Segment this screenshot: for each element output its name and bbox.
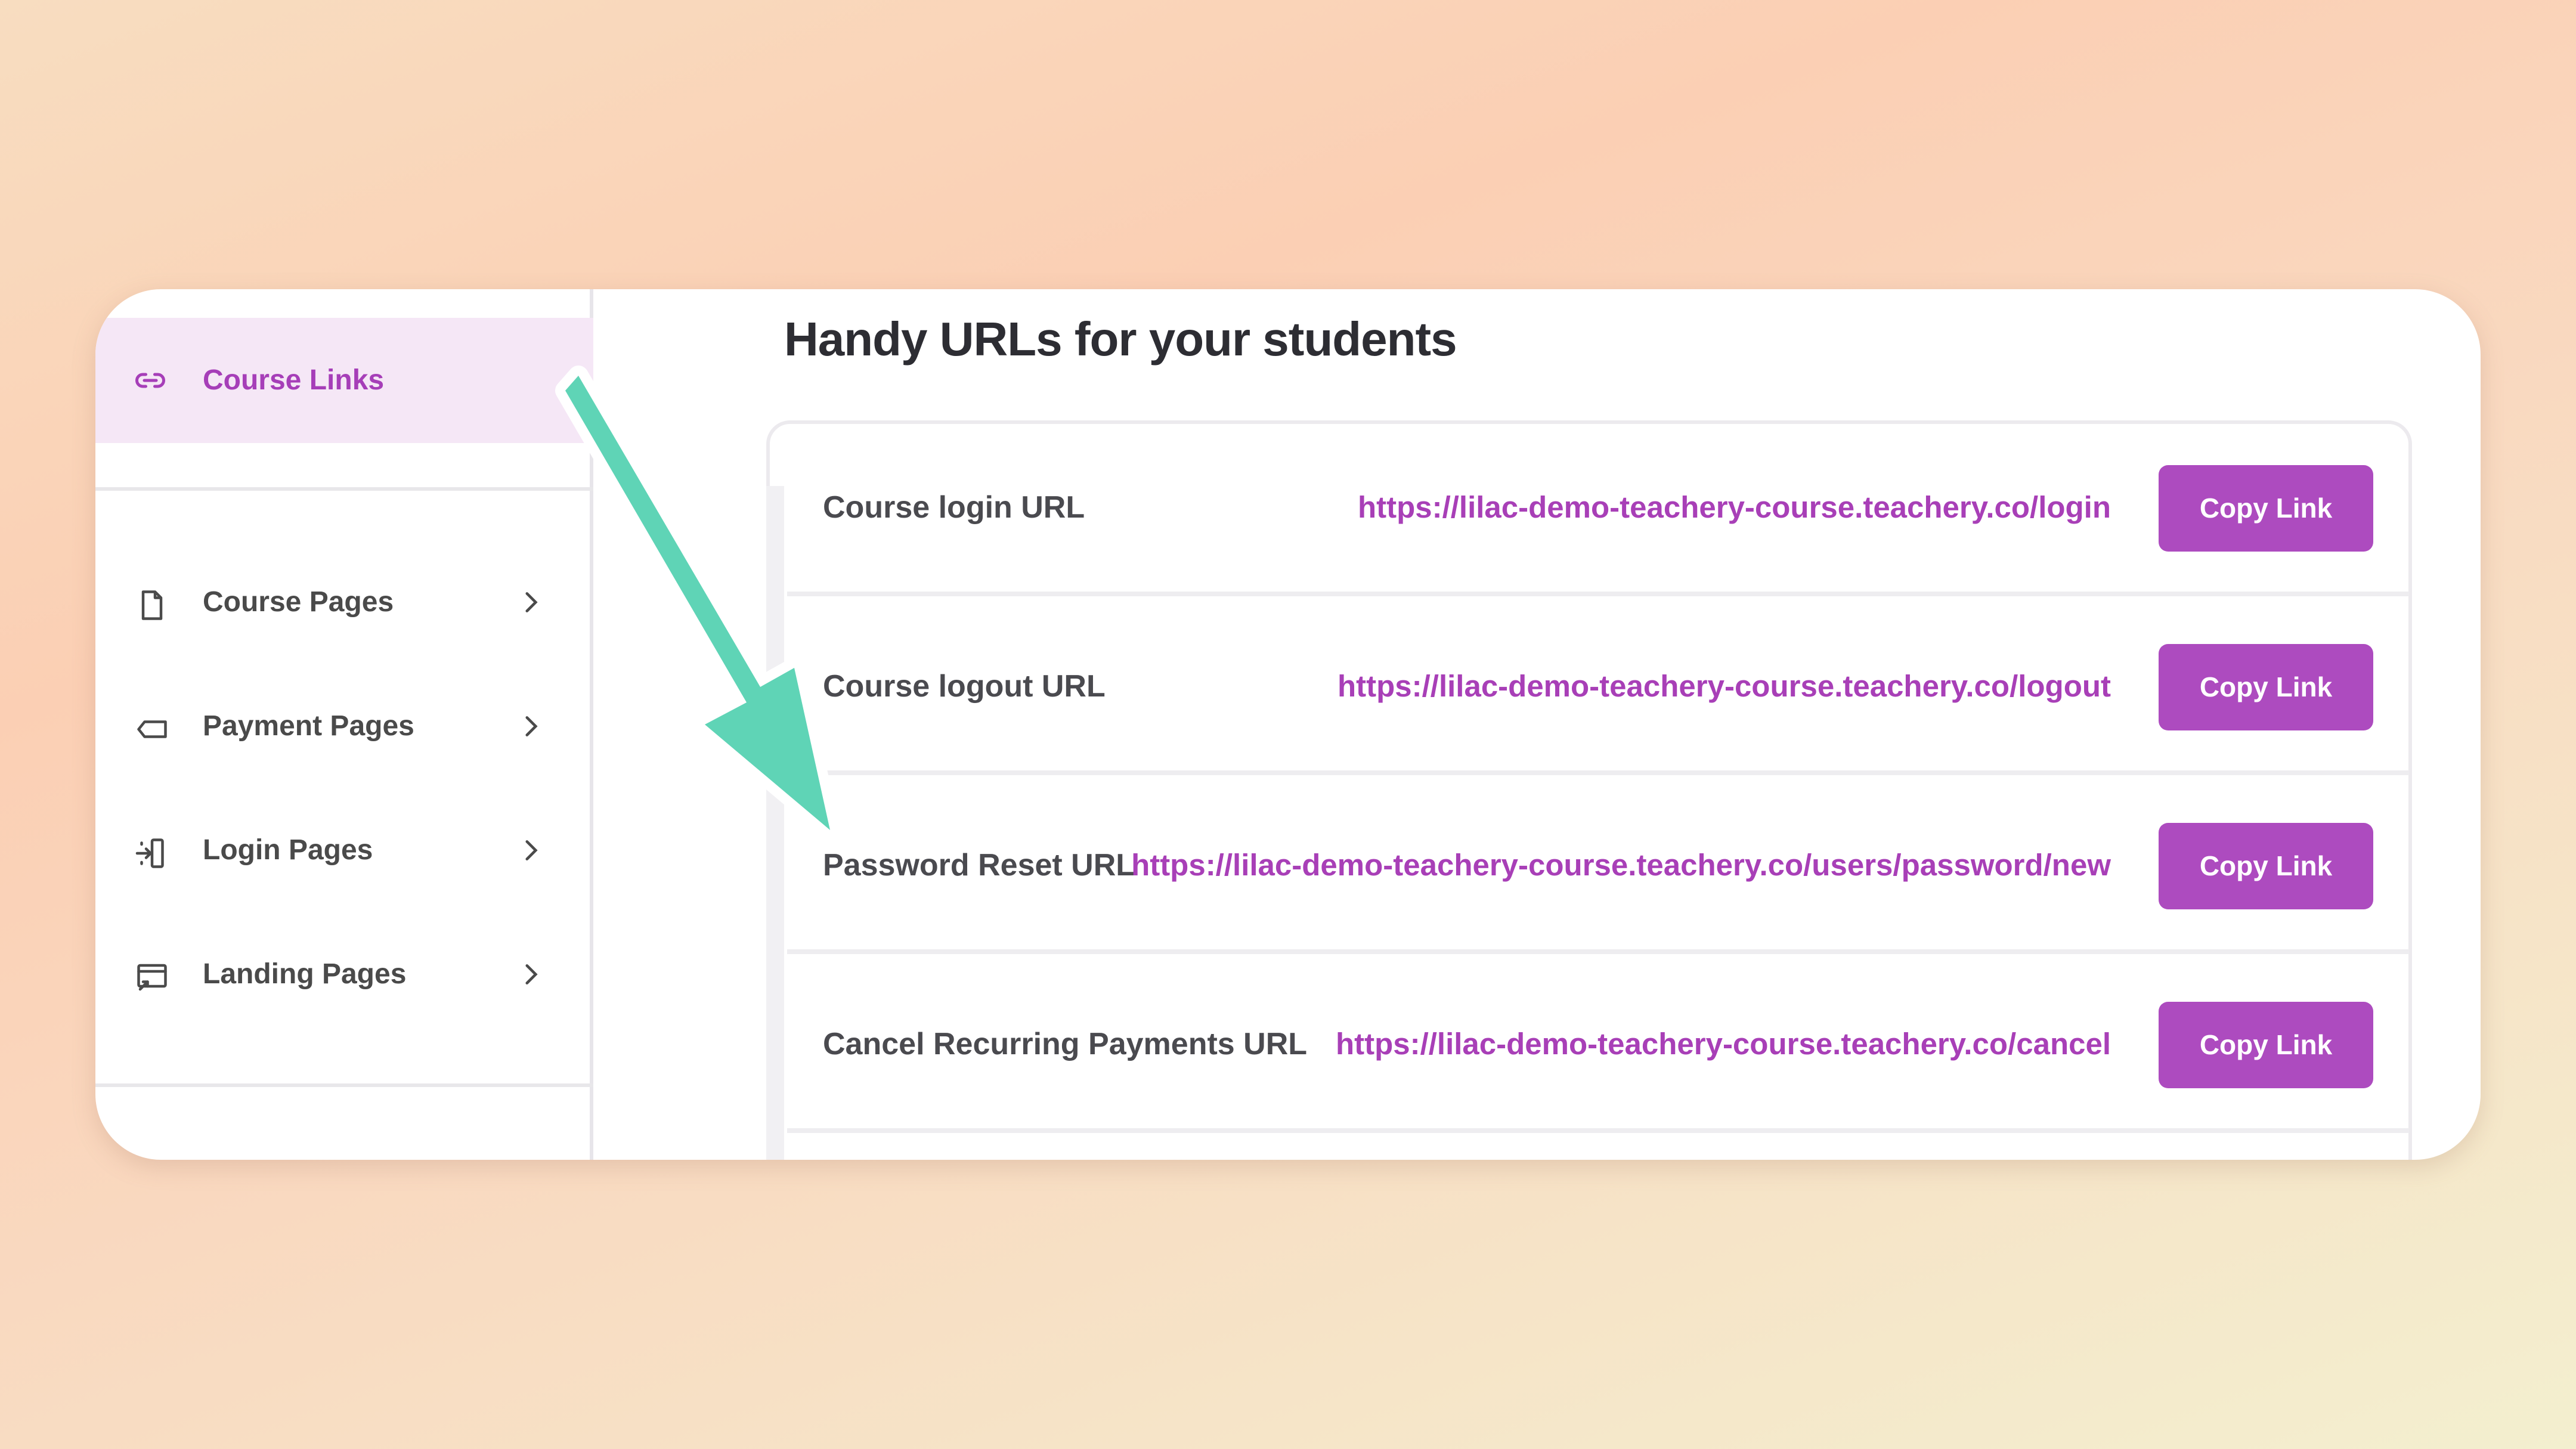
row-label: Cancel Recurring Payments URL	[823, 1027, 1308, 1061]
sidebar-item-label: Landing Pages	[203, 958, 407, 990]
chevron-right-icon	[525, 964, 538, 984]
sidebar-divider	[95, 1083, 593, 1087]
sidebar-divider	[95, 487, 593, 491]
row-url[interactable]: https://lilac-demo-teachery-course.teach…	[1131, 781, 2111, 949]
copy-link-button[interactable]: Copy Link	[2159, 465, 2373, 552]
link-icon	[135, 373, 165, 388]
sidebar-item-label: Course Pages	[203, 586, 394, 618]
row-label: Course login URL	[823, 490, 1085, 525]
landing-page-icon	[137, 964, 167, 991]
sidebar-item-landing-pages[interactable]: Landing Pages	[95, 939, 593, 1010]
sidebar-item-course-links[interactable]: Course Links	[95, 318, 593, 443]
panel-edge	[766, 486, 784, 1160]
sidebar-item-login-pages[interactable]: Login Pages	[95, 815, 593, 886]
url-row-cancel-recurring: Cancel Recurring Payments URL https://li…	[787, 960, 2409, 1133]
chevron-right-icon	[525, 716, 538, 736]
app-card: Course Links Course Pages Payment Pages …	[95, 289, 2481, 1160]
row-url[interactable]: https://lilac-demo-teachery-course.teach…	[1336, 960, 2111, 1128]
copy-link-button[interactable]: Copy Link	[2159, 823, 2373, 909]
sidebar-item-course-pages[interactable]: Course Pages	[95, 566, 593, 638]
tag-icon	[137, 720, 167, 738]
copy-link-button[interactable]: Copy Link	[2159, 644, 2373, 730]
url-row-login: Course login URL https://lilac-demo-teac…	[787, 423, 2409, 596]
chevron-right-icon	[525, 592, 538, 612]
url-row-password-reset: Password Reset URL https://lilac-demo-te…	[787, 781, 2409, 954]
page-title: Handy URLs for your students	[784, 312, 1457, 366]
row-label: Password Reset URL	[823, 848, 1135, 883]
sidebar-item-label: Payment Pages	[203, 710, 414, 742]
url-row-logout: Course logout URL https://lilac-demo-tea…	[787, 602, 2409, 775]
copy-link-button[interactable]: Copy Link	[2159, 1002, 2373, 1088]
sidebar-item-payment-pages[interactable]: Payment Pages	[95, 691, 593, 762]
sidebar-item-label: Login Pages	[203, 834, 373, 866]
row-url[interactable]: https://lilac-demo-teachery-course.teach…	[1358, 423, 2111, 592]
row-url[interactable]: https://lilac-demo-teachery-course.teach…	[1337, 602, 2111, 770]
sidebar: Course Links Course Pages Payment Pages …	[95, 289, 593, 1160]
login-icon	[135, 838, 164, 868]
chevron-right-icon	[525, 840, 538, 860]
file-icon	[141, 590, 163, 620]
sidebar-item-label: Course Links	[203, 364, 385, 396]
row-label: Course logout URL	[823, 669, 1106, 704]
